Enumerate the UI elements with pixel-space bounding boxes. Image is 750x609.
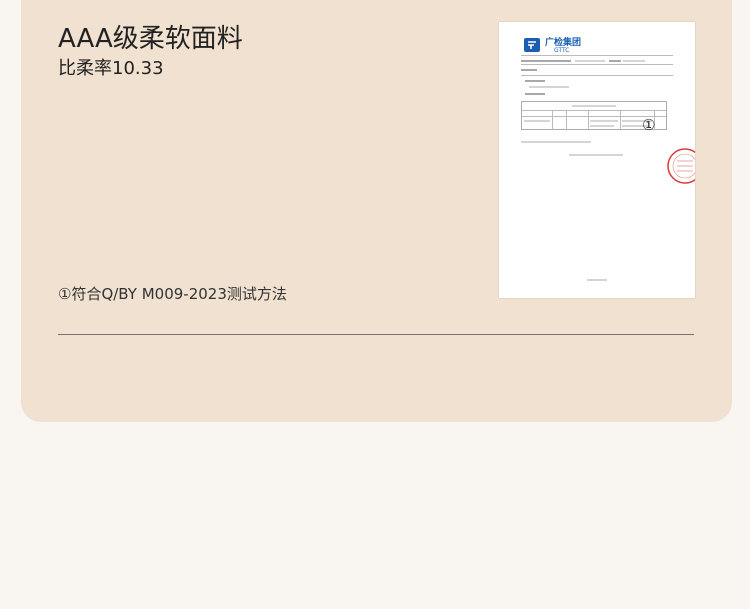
report-line [525, 80, 545, 82]
report-line [590, 125, 614, 127]
table-line [620, 110, 621, 130]
report-line [572, 105, 616, 107]
report-line [623, 60, 645, 62]
report-page-number [587, 279, 607, 281]
report-logo-sub: GTTC [554, 47, 570, 54]
test-report-image: 广检集团 GTTC ① [499, 22, 695, 298]
test-method-note: ①符合Q/BY M009-2023测试方法 [58, 285, 287, 303]
divider [58, 334, 694, 335]
gttc-logo-icon [524, 38, 540, 52]
report-line [524, 120, 550, 122]
report-line [521, 69, 537, 71]
table-line [552, 110, 553, 130]
table-line [588, 110, 589, 130]
report-line [521, 141, 591, 143]
report-line [569, 154, 623, 156]
official-seal-icon [667, 148, 695, 184]
report-line [590, 120, 618, 122]
content-card: AAA级柔软面料 比柔率10.33 ①符合Q/BY M009-2023测试方法 … [21, 0, 732, 422]
report-line [521, 60, 571, 62]
report-line [575, 60, 605, 62]
footnote-marker: ① [642, 116, 656, 134]
report-rule [521, 55, 673, 56]
report-line [529, 86, 569, 88]
page-title: AAA级柔软面料 [58, 24, 243, 54]
report-line [525, 93, 545, 95]
report-rule [521, 64, 673, 65]
table-line [566, 110, 567, 130]
softness-rate: 比柔率10.33 [58, 58, 164, 79]
table-line [522, 110, 666, 111]
report-line [609, 60, 621, 62]
report-rule [521, 75, 673, 76]
